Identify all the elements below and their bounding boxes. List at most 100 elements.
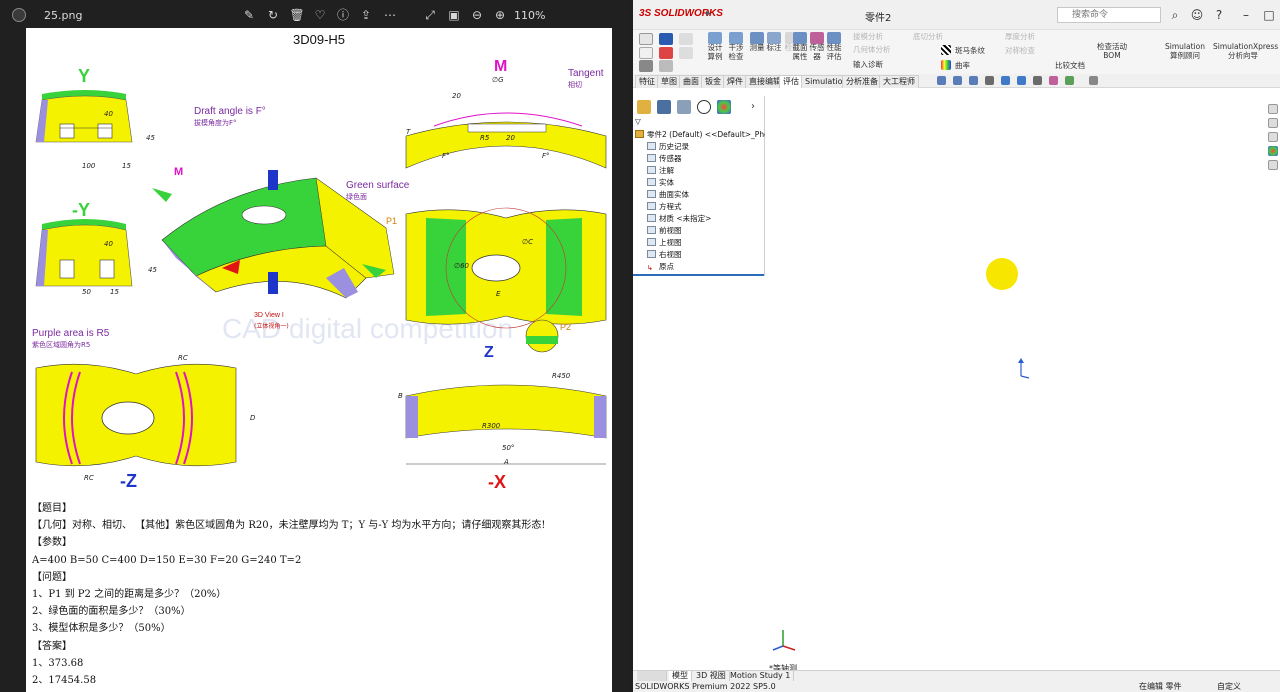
tree-item-origin[interactable]: ↳ 原点 [647,261,674,273]
task-pane-custom-icon[interactable] [1268,160,1278,170]
svg-text:RC: RC [178,354,188,362]
more-icon[interactable]: ⋯ [382,7,398,23]
tree-item-right-plane[interactable]: 右视图 [647,249,682,261]
open-icon[interactable] [639,47,653,59]
tree-item-equations[interactable]: 方程式 [647,201,682,213]
tab-sketch[interactable]: 草图 [657,75,681,88]
tree-item-annotations[interactable]: 注解 [647,165,674,177]
status-units[interactable]: 自定义 [1217,681,1241,692]
check-active-bom[interactable]: 检查活动 BOM [1095,42,1129,60]
options-icon[interactable] [679,47,693,59]
print-icon[interactable] [679,33,693,45]
rotate-icon[interactable]: ↻ [265,7,281,23]
help-icon[interactable]: ? [1211,7,1227,23]
share-icon[interactable]: ⇪ [358,7,374,23]
task-pane-resources-icon[interactable] [1268,104,1278,114]
hide-show-icon[interactable] [1033,76,1042,85]
save-icon[interactable] [659,33,673,45]
tree-item-top-plane[interactable]: 上视图 [647,237,682,249]
symmetry-check[interactable]: 对称检查 [1005,46,1055,55]
sw-menu-arrow-icon[interactable]: ▸ [706,8,711,19]
draft-analysis[interactable]: 拔模分析 [853,32,903,41]
simulation-xpress[interactable]: SimulationXpress 分析向导 [1213,42,1278,60]
svg-text:B: B [398,392,403,400]
compare-docs[interactable]: 比较文档 [1055,61,1095,70]
curvature-icon[interactable] [941,60,951,70]
thickness-analysis[interactable]: 厚度分析 [1005,32,1055,41]
tab-engineer[interactable]: 大工程师 [879,75,919,88]
zoom-fit-icon[interactable] [937,76,946,85]
svg-text:R5: R5 [480,134,490,142]
display-manager-icon[interactable] [717,100,731,114]
tree-item-material[interactable]: 材质 <未指定> [647,213,711,225]
zebra-icon[interactable] [941,45,951,55]
zoom-area-icon[interactable] [953,76,962,85]
tab-sheet-metal[interactable]: 钣金 [701,75,725,88]
label-view-neg-z: -Z [120,471,137,491]
tab-features[interactable]: 特征 [635,75,659,88]
scene-icon[interactable] [1065,76,1074,85]
display-style-icon[interactable] [1017,76,1026,85]
appearance-icon[interactable] [1049,76,1058,85]
svg-text:50°: 50° [502,444,514,452]
undo-icon[interactable] [659,60,673,72]
import-diagnostics[interactable]: 输入诊断 [853,60,903,69]
design-study-label[interactable]: 设计 算例 [704,43,726,61]
tree-item-history[interactable]: 历史记录 [647,141,689,153]
select-icon[interactable] [639,60,653,72]
rebuild-icon[interactable] [659,47,673,59]
delete-icon[interactable]: 🗑 [289,7,305,23]
favorite-icon[interactable]: ♡ [312,7,328,23]
task-pane-appearance-icon[interactable] [1268,146,1278,156]
graphics-viewport[interactable] [765,88,1268,670]
task-pane-library-icon[interactable] [1268,118,1278,128]
tree-item-solid-bodies[interactable]: 实体 [647,177,674,189]
zoom-in-icon[interactable]: ⊕ [492,7,508,23]
minimize-icon[interactable]: – [1238,7,1254,23]
performance-label[interactable]: 性能 评估 [823,43,845,61]
tab-analysis-prep[interactable]: 分析准备 [842,75,882,88]
zebra-label[interactable]: 斑马条纹 [955,46,995,55]
curvature-label[interactable]: 曲率 [955,61,995,70]
new-icon[interactable] [639,33,653,45]
interference-label[interactable]: 干涉 检查 [725,43,747,61]
tab-surfaces[interactable]: 曲面 [679,75,703,88]
task-pane-explorer-icon[interactable] [1268,132,1278,142]
edit-image-icon[interactable]: ✎ [241,7,257,23]
search-commands-input[interactable]: 搜索命令 [1057,7,1161,23]
text-line: 【题目】 [32,503,72,514]
image-canvas[interactable]: 3D09-H5 CAD digital competition 40 45 10… [26,28,612,692]
section-view-icon[interactable] [985,76,994,85]
info-icon[interactable]: ⓘ [335,7,351,23]
tree-item-surface-bodies[interactable]: 曲面实体 [647,189,689,201]
tree-root[interactable]: 零件2 (Default) <<Default>_PhotoV [635,129,781,141]
tree-item-front-plane[interactable]: 前视图 [647,225,682,237]
text-line: 2、绿色面的面积是多少？（30%） [32,606,191,618]
viewer-titlebar: 25.png ✎ ↻ 🗑 ♡ ⓘ ⇪ ⋯ ⤢ ▣ ⊖ ⊕ 110% [0,0,628,30]
zoom-out-icon[interactable]: ⊖ [469,7,485,23]
maximize-icon[interactable]: □ [1261,7,1277,23]
simulation-advisor[interactable]: Simulation 算例顾问 [1159,42,1211,60]
feature-manager-icon[interactable] [637,100,651,114]
fit-icon[interactable]: ▣ [446,7,462,23]
account-icon[interactable]: ☺ [1189,7,1205,23]
expand-arrow-icon[interactable]: › [751,100,765,114]
filter-icon[interactable]: ▽ [635,116,641,128]
undercut-analysis[interactable]: 底切分析 [913,32,963,41]
view-orientation-icon[interactable] [1001,76,1010,85]
equation-icon [647,202,656,210]
config-manager-icon[interactable] [677,100,691,114]
svg-text:R300: R300 [482,422,501,430]
tab-weldments[interactable]: 焊件 [723,75,747,88]
prev-view-icon[interactable] [969,76,978,85]
task-pane-tabs [1268,100,1280,180]
fullscreen-icon[interactable]: ⤢ [422,7,438,23]
tab-evaluate[interactable]: 评估 [779,75,803,88]
tree-item-sensors[interactable]: 传感器 [647,153,682,165]
view-settings-icon[interactable] [1089,76,1098,85]
geom-analysis[interactable]: 几何体分析 [853,45,903,54]
property-manager-icon[interactable] [657,100,671,114]
search-go-icon[interactable]: ⌕ [1167,7,1183,23]
tree-divider [633,274,764,276]
dimxpert-icon[interactable] [697,100,711,114]
